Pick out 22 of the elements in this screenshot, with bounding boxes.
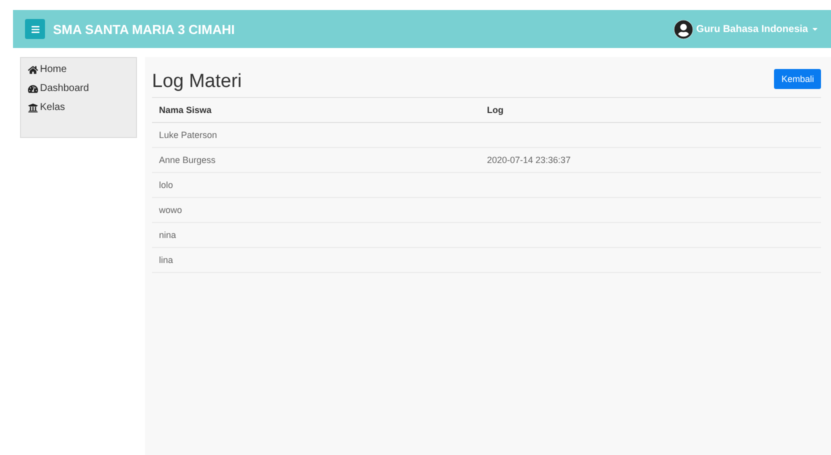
back-button[interactable]: Kembali — [774, 69, 821, 89]
table-cell-text: lina — [158, 255, 174, 265]
column-header: Nama Siswa — [158, 105, 213, 115]
table-cell-text: lolo — [158, 180, 174, 190]
page-title: Log Materi — [152, 71, 242, 93]
table-cell-text: nina — [158, 230, 178, 240]
building-icon — [28, 102, 38, 112]
sidebar-item[interactable]: Dashboard — [28, 83, 129, 94]
house-icon — [28, 64, 38, 74]
table-cell-text: Luke Paterson — [158, 130, 218, 140]
menu-button[interactable] — [25, 19, 45, 39]
caret-icon — [811, 25, 819, 33]
menu-icon — [30, 24, 40, 34]
table-cell-text: 2020-07-14 23:36:37 — [486, 155, 572, 165]
column-header: Log — [486, 105, 504, 115]
sidebar-item[interactable]: Home — [28, 64, 129, 75]
avatar-icon — [674, 20, 694, 38]
sidebar-item[interactable]: Kelas — [28, 102, 129, 113]
table-cell-text: wowo — [158, 205, 184, 215]
brand-title: SMA SANTA MARIA 3 CIMAHI — [53, 22, 235, 36]
table-cell-text: Anne Burgess — [158, 155, 217, 165]
gauge-icon — [28, 84, 38, 94]
